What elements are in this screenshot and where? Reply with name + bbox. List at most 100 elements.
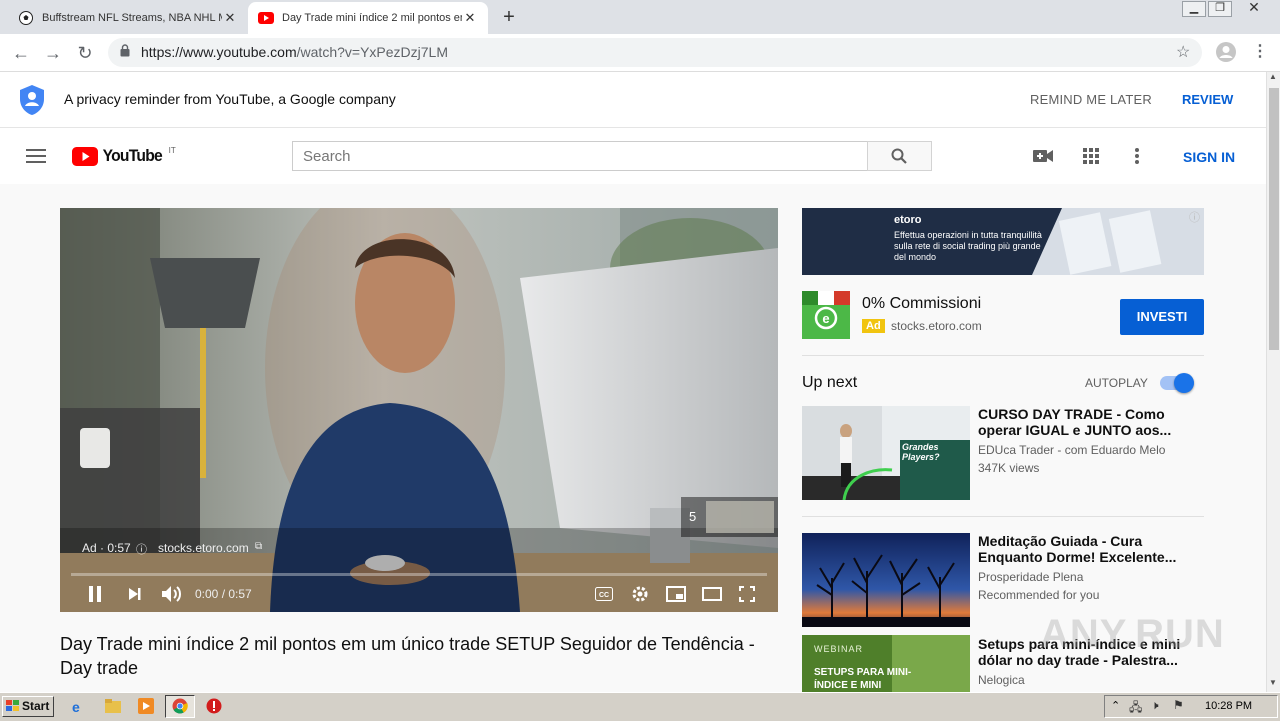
ad-banner[interactable]: etoro Effettua operazioni in tutta tranq… xyxy=(802,208,1204,275)
url-host: https://www.youtube.com xyxy=(141,44,297,60)
create-video-icon[interactable] xyxy=(1033,148,1053,169)
browser-tab-strip: Buffstream NFL Streams, NBA NHL M ✕ Day … xyxy=(0,0,1280,34)
skip-countdown: 5 xyxy=(689,509,697,524)
svg-text:CC: CC xyxy=(599,592,609,599)
logo-text: YouTube xyxy=(102,146,163,165)
folder-icon[interactable] xyxy=(105,699,121,718)
settings-more-icon[interactable] xyxy=(1134,147,1140,170)
invest-cta-button[interactable]: INVESTI xyxy=(1120,299,1204,335)
page-scrollbar[interactable]: ▲ ▼ xyxy=(1266,72,1280,692)
forward-icon[interactable]: → xyxy=(42,42,64,64)
sign-in-button[interactable]: SIGN IN xyxy=(1183,149,1235,165)
ad-thumbnail xyxy=(706,501,774,533)
start-label: Start xyxy=(22,699,50,713)
review-button[interactable]: REVIEW xyxy=(1182,92,1233,107)
country-code: IT xyxy=(168,146,176,155)
browser-toolbar: ← → ↻ https://www.youtube.com/watch?v=Yx… xyxy=(0,34,1280,72)
video-thumbnail[interactable] xyxy=(802,533,970,627)
shield-user-icon xyxy=(19,84,45,121)
scrollbar-thumb[interactable] xyxy=(1269,88,1279,350)
chrome-menu-icon[interactable]: ⋮ xyxy=(1252,41,1268,61)
tab-youtube[interactable]: Day Trade mini índice 2 mil pontos en ✕ xyxy=(248,2,488,34)
tab-title: Buffstream NFL Streams, NBA NHL M xyxy=(42,12,222,24)
youtube-play-logo-icon xyxy=(72,146,98,166)
chrome-taskbar-button[interactable] xyxy=(165,695,195,718)
tab-buffstream[interactable]: Buffstream NFL Streams, NBA NHL M ✕ xyxy=(8,2,248,34)
bookmark-star-icon[interactable]: ☆ xyxy=(1176,42,1190,62)
hamburger-menu-icon[interactable] xyxy=(26,148,46,169)
recommendation-title[interactable]: Meditação Guiada - Cura Enquanto Dorme! … xyxy=(978,533,1188,565)
progress-bar[interactable] xyxy=(71,573,767,576)
recommendation-channel[interactable]: Nelogica xyxy=(978,671,1025,689)
apps-grid-icon[interactable] xyxy=(1083,148,1099,169)
info-icon[interactable]: ⓘ xyxy=(136,541,147,557)
media-player-icon[interactable] xyxy=(138,698,154,719)
new-tab-button[interactable]: + xyxy=(498,6,520,29)
ad-banner-text: Effettua operazioni in tutta tranquillit… xyxy=(894,230,1042,262)
theater-mode-icon[interactable] xyxy=(702,587,722,606)
clock: 10:28 PM xyxy=(1205,700,1253,712)
tray-expand-icon[interactable]: ⌃ xyxy=(1111,699,1120,712)
scroll-up-icon[interactable]: ▲ xyxy=(1269,72,1277,81)
watermark-logo: ANY.RUN xyxy=(1040,612,1225,656)
ad-domain-link[interactable]: stocks.etoro.com xyxy=(158,541,249,555)
reload-icon[interactable]: ↻ xyxy=(74,42,96,64)
thumbnail-art xyxy=(802,533,970,627)
start-button[interactable]: Start xyxy=(2,696,54,717)
search-button[interactable] xyxy=(867,141,932,171)
system-tray: ⌃ 🖧 🕨 ⚑ 10:28 PM xyxy=(1104,695,1278,718)
close-tab-icon[interactable]: ✕ xyxy=(462,10,478,26)
recommendation-channel[interactable]: Prosperidade Plena xyxy=(978,568,1083,586)
windows-taskbar: Start e ⌃ 🖧 🕨 ⚑ 10:28 PM xyxy=(0,692,1280,721)
maximize-button[interactable]: ❐ xyxy=(1208,1,1232,17)
external-link-icon: ⧉ xyxy=(255,541,263,552)
captions-icon[interactable]: CC xyxy=(595,587,613,606)
video-thumbnail[interactable]: WEBINAR SETUPS PARA MINI-ÍNDICE E MINI xyxy=(802,635,970,692)
ad-companion-domain[interactable]: stocks.etoro.com xyxy=(891,319,982,333)
toggle-knob xyxy=(1174,373,1194,393)
network-icon[interactable]: 🖧 xyxy=(1129,698,1142,719)
ad-headline[interactable]: 0% Commissioni xyxy=(862,295,981,313)
internet-explorer-icon[interactable]: e xyxy=(72,699,80,715)
youtube-masthead: YouTube IT Search SIGN IN xyxy=(0,128,1266,184)
recommendation-channel[interactable]: EDUca Trader - com Eduardo Melo xyxy=(978,441,1165,459)
recommendation-views: 347K views xyxy=(978,461,1040,475)
ad-banner-brand: etoro xyxy=(894,214,922,226)
youtube-logo[interactable]: YouTube IT xyxy=(72,146,176,166)
url-path: /watch?v=YxPezDzj7LM xyxy=(296,44,448,60)
back-icon[interactable]: ← xyxy=(10,42,32,64)
video-thumbnail[interactable]: Grandes Players? xyxy=(802,406,970,500)
list-item[interactable]: Grandes Players? CURSO DAY TRADE - Como … xyxy=(802,406,1204,500)
ad-info-icon[interactable]: ⓘ xyxy=(1189,209,1200,225)
svg-text:e: e xyxy=(822,311,829,326)
ad-label: Ad · 0:57 xyxy=(82,541,131,555)
video-player[interactable]: Ad · 0:57 ⓘ stocks.etoro.com ⧉ 5 0:00 / … xyxy=(60,208,778,612)
volume-tray-icon[interactable]: 🕨 xyxy=(1151,698,1159,713)
profile-avatar-icon[interactable] xyxy=(1215,41,1237,68)
chrome-icon xyxy=(172,698,188,719)
privacy-text: A privacy reminder from YouTube, a Googl… xyxy=(64,91,396,107)
settings-gear-icon[interactable] xyxy=(631,585,649,608)
close-tab-icon[interactable]: ✕ xyxy=(222,10,238,26)
remind-later-button[interactable]: REMIND ME LATER xyxy=(1030,92,1152,107)
autoplay-toggle[interactable] xyxy=(1160,373,1194,393)
antivirus-icon[interactable] xyxy=(206,698,222,719)
thumbnail-caption: SETUPS PARA MINI-ÍNDICE E MINI xyxy=(814,667,912,691)
close-window-button[interactable]: ✕ xyxy=(1240,0,1268,17)
scroll-down-icon[interactable]: ▼ xyxy=(1269,678,1277,687)
fullscreen-icon[interactable] xyxy=(739,586,755,607)
next-video-icon[interactable] xyxy=(128,587,142,606)
search-placeholder: Search xyxy=(303,148,351,165)
tab-title: Day Trade mini índice 2 mil pontos en xyxy=(282,12,462,24)
recommendation-title[interactable]: CURSO DAY TRADE - Como operar IGUAL e JU… xyxy=(978,406,1188,438)
thumbnail-tag: WEBINAR xyxy=(814,644,864,654)
pause-icon[interactable] xyxy=(87,585,103,608)
recommendation-meta: Recommended for you xyxy=(978,588,1100,602)
flag-icon[interactable]: ⚑ xyxy=(1173,698,1184,712)
search-input[interactable]: Search xyxy=(292,141,868,171)
thumbnail-caption: Grandes Players? xyxy=(902,442,940,462)
minimize-button[interactable]: ▁ xyxy=(1182,1,1206,17)
address-bar[interactable]: https://www.youtube.com/watch?v=YxPezDzj… xyxy=(108,38,1202,67)
volume-icon[interactable] xyxy=(161,585,183,608)
miniplayer-icon[interactable] xyxy=(666,586,686,607)
